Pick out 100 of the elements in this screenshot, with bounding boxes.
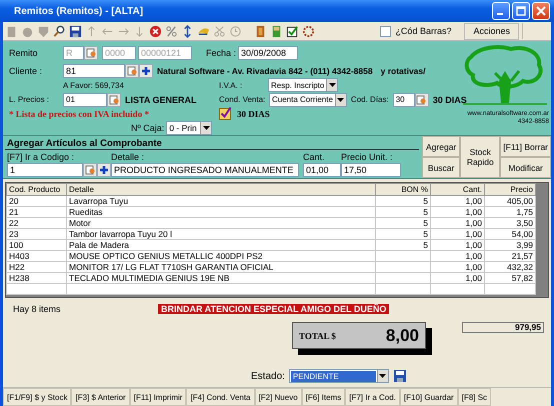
close-button[interactable] — [532, 2, 550, 20]
table-cell: Tambor lavarropa Tuyu 20 l — [66, 228, 376, 240]
cancel-icon[interactable] — [149, 24, 162, 38]
shortcut-tab[interactable]: [F4] Cond. Venta — [186, 388, 255, 406]
lookup-button[interactable] — [414, 92, 429, 107]
lookup-button[interactable] — [84, 46, 98, 60]
table-cell: Pala de Madera — [66, 240, 376, 250]
modify-button[interactable]: Modificar — [500, 157, 551, 178]
shortcut-tab[interactable]: [F10] Guardar — [400, 388, 458, 406]
shortcut-tab[interactable]: [F7] Ir a Cod. — [345, 388, 400, 406]
code-label: [F7] Ir a Codigo : — [7, 152, 76, 162]
vertical-arrows-icon[interactable] — [181, 24, 194, 38]
close-icon[interactable] — [536, 6, 546, 16]
client-field[interactable]: 81 — [63, 64, 125, 78]
table-cell: Motor — [66, 218, 376, 228]
subtotal-field: 979,95 — [462, 322, 544, 333]
client-note: y rotativas/ — [380, 66, 426, 76]
shortcut-tab[interactable]: [F3] $ Anterior — [71, 388, 130, 406]
column-header[interactable]: BON % — [376, 184, 430, 196]
days-checkbox[interactable] — [219, 107, 233, 120]
table-cell: 5 — [376, 218, 430, 228]
table-cell: 432,32 — [484, 262, 536, 272]
price-list-note: * Lista de precios con IVA incluido * — [9, 108, 149, 119]
caret-icon[interactable] — [379, 374, 386, 378]
shortcut-tab[interactable]: [F8] Sc — [458, 388, 492, 406]
column-header[interactable]: Cant. — [430, 184, 484, 196]
caja-select[interactable]: 0 - Prin — [166, 120, 212, 135]
lookup-button[interactable] — [83, 163, 97, 177]
price-field[interactable]: 17,50 — [341, 163, 401, 177]
caja-label: Nº Caja: — [131, 122, 164, 133]
table-cell: H238 — [6, 272, 66, 284]
detail-field[interactable]: PRODUCTO INGRESADO MANUALMENTE — [111, 163, 299, 177]
actions-button[interactable]: Acciones — [464, 22, 519, 40]
add-item-button[interactable]: Agregar — [422, 136, 460, 157]
dotted-circle-icon[interactable] — [302, 24, 315, 38]
price-list-label: L. Precios : — [9, 95, 50, 104]
save-icon[interactable] — [69, 24, 82, 38]
table-cell: 1,00 — [430, 196, 484, 206]
date-field[interactable]: 30/09/2008 — [238, 46, 298, 60]
maximize-icon[interactable] — [516, 6, 526, 16]
status-label: Estado: — [251, 370, 285, 382]
column-header[interactable]: Detalle — [66, 184, 376, 196]
table-cell: H22 — [6, 262, 66, 272]
cond-venta-select[interactable]: Cuenta Corriente — [269, 92, 347, 107]
caret-icon[interactable] — [328, 83, 336, 88]
window-title: Remitos (Remitos) - [ALTA] — [14, 6, 144, 16]
barcode-checkbox[interactable]: ¿Cód Barras? — [380, 26, 452, 36]
table-cell: 5 — [376, 228, 430, 240]
iva-select[interactable]: Resp. Inscripto — [268, 78, 338, 92]
price-label: Precio Unit. : — [341, 152, 394, 162]
table-cell: 5 — [376, 206, 430, 218]
caret-icon[interactable] — [202, 126, 210, 130]
remito-label: Remito — [9, 48, 39, 58]
alert-banner: BRINDAR ATENCION ESPECIAL AMIGO DEL DUEÑO — [158, 304, 390, 314]
code-field[interactable]: 1 — [7, 163, 83, 177]
table-cell: 1,00 — [430, 228, 484, 240]
table-cell: 20 — [6, 196, 66, 206]
door-icon[interactable] — [254, 24, 267, 38]
lookup-button[interactable] — [107, 92, 121, 107]
total-value: 8,00 — [386, 326, 419, 346]
table-cell: MOUSE OPTICO GENIUS METALLIC 400DPI PS2 — [66, 250, 376, 262]
table-cell: Lavarropa Tuyu — [66, 196, 376, 206]
column-header[interactable]: Precio — [484, 184, 536, 196]
search-button[interactable]: Buscar — [422, 157, 460, 178]
table-cell: 1,75 — [484, 206, 536, 218]
table-cell: 3,50 — [484, 218, 536, 228]
status-select[interactable]: PENDIENTE — [288, 369, 389, 383]
table-cell: 100 — [6, 240, 66, 250]
cod-dias-label: Cod. Días: — [350, 95, 389, 104]
total-label: TOTAL $ — [299, 330, 336, 340]
stock-button[interactable]: Stock Rapido — [460, 136, 500, 178]
shortcut-tab[interactable]: [F2] Nuevo — [254, 388, 302, 406]
shortcut-tab[interactable]: [F1/F9] $ y Stock — [3, 388, 72, 406]
caret-icon[interactable] — [337, 98, 344, 102]
days-field[interactable]: 30 — [392, 92, 415, 107]
quantity-label: Cant. — [303, 152, 326, 162]
lookup-button[interactable] — [125, 64, 139, 78]
save-icon[interactable] — [392, 369, 407, 383]
iva-label: I.V.A. : — [219, 80, 244, 90]
percent-icon[interactable] — [165, 24, 178, 38]
table-cell: MONITOR 17/ LG FLAT T710SH GARANTIA OFICIAL — [66, 262, 376, 272]
table-cell: 1,00 — [430, 250, 484, 262]
table-cell: 1,00 — [430, 272, 484, 284]
table-cell: 1,00 — [430, 240, 484, 250]
column-header[interactable]: Cod. Producto — [6, 184, 66, 196]
shortcut-tab[interactable]: [F11] Imprimir — [130, 388, 186, 406]
minimize-button[interactable] — [492, 2, 510, 20]
table-cell: H403 — [6, 250, 66, 262]
table-cell: 5 — [376, 240, 430, 250]
price-list-field[interactable]: 01 — [63, 92, 107, 107]
delete-button[interactable]: [F11] Borrar — [500, 136, 551, 157]
quantity-field[interactable]: 01,00 — [303, 163, 341, 177]
checkbox-icon[interactable] — [286, 24, 299, 38]
cliente-label: Cliente : — [9, 66, 44, 76]
search-icon[interactable] — [53, 24, 66, 38]
maximize-button[interactable] — [512, 2, 530, 20]
shortcut-tab[interactable]: [F6] Items — [302, 388, 346, 406]
table-cell: 5 — [376, 196, 430, 206]
table-cell: 57,82 — [484, 272, 536, 284]
balance-text: A Favor: 569,734 — [63, 80, 124, 90]
